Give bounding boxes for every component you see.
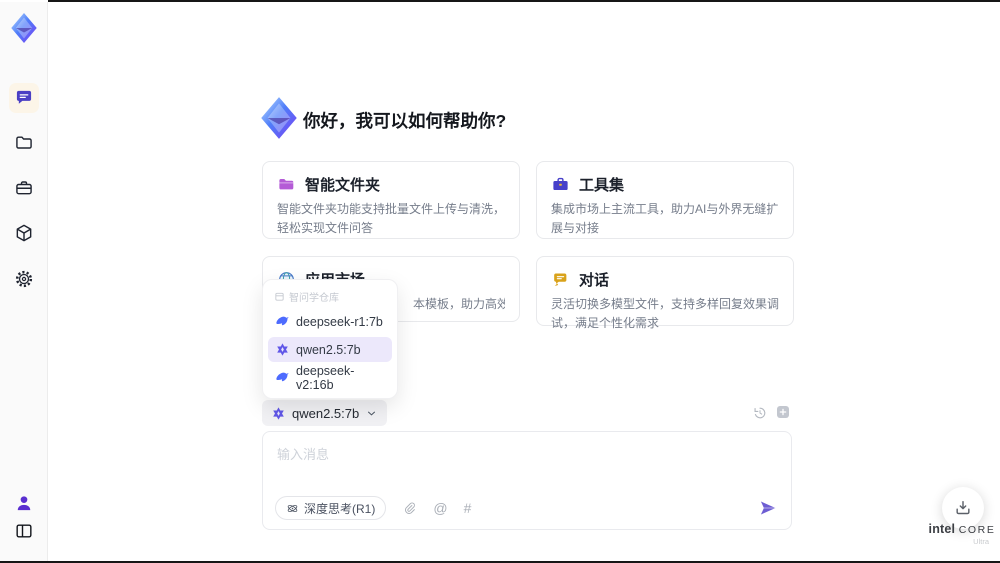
sidebar-item-panel-toggle[interactable] [9,516,39,546]
sidebar-item-chat[interactable] [9,83,39,113]
history-icon [754,407,766,419]
purple-folder-icon [279,178,294,190]
model-option-label: deepseek-r1:7b [296,314,383,329]
page-title: 你好，我可以如何帮助你? [303,111,507,131]
blue-briefcase-icon [553,177,568,191]
card-toolset[interactable]: 工具集 集成市场上主流工具，助力AI与外界无缝扩展与对接 [536,161,794,239]
intel-tier: Ultra [973,537,989,546]
card-description: 智能文件夹功能支持批量文件上传与清洗，轻松实现文件问答 [277,202,506,235]
deepseek-whale-icon [276,316,289,326]
send-icon [760,501,776,515]
message-input[interactable] [263,432,791,486]
message-composer: 深度思考(R1) @ # [262,431,792,530]
hash-button[interactable]: # [464,500,472,516]
composer-toolbar: 深度思考(R1) @ # [275,496,471,520]
model-option-deepseek-v2[interactable]: deepseek-v2:16b [268,363,392,392]
app-window: 你好，我可以如何帮助你? 智能文件夹 智能文件夹功能支持批量文件上传与清洗，轻松… [0,0,1000,563]
app-logo [11,13,37,43]
qwen-icon [273,406,284,420]
card-title: 工具集 [579,177,625,194]
model-dropdown: 智问学仓库 deepseek-r1:7b qwen2.5:7b deepseek… [262,279,398,399]
chat-bubble-icon [16,90,32,104]
card-title: 对话 [579,272,610,289]
atom-icon [287,504,298,512]
briefcase-icon [16,181,32,195]
model-option-label: qwen2.5:7b [296,342,361,357]
card-title: 智能文件夹 [305,177,381,194]
card-description: 集成市场上主流工具，助力AI与外界无缝扩展与对接 [551,202,779,235]
intel-logo-text: intel core [925,522,999,536]
sidebar-item-toolbox[interactable] [9,173,39,203]
attach-file-button[interactable] [402,501,417,516]
chevron-down-icon [368,411,376,416]
deep-think-toggle[interactable]: 深度思考(R1) [275,496,387,520]
panel-icon [16,524,32,538]
card-description: 灵活切换多模型文件，支持多样回复效果调试，满足个性化需求 [551,297,780,330]
cube-icon [16,224,32,242]
card-description-partial: 本模板，助力高效生成多 [413,297,505,311]
mention-button[interactable]: @ [433,500,447,516]
sidebar [0,2,48,561]
model-option-qwen[interactable]: qwen2.5:7b [268,337,392,362]
intel-core-badge: intel core Ultra [925,522,999,546]
selected-model-label: qwen2.5:7b [292,405,360,421]
gold-chat-icon [554,273,567,286]
gear-icon [15,270,33,288]
deepseek-whale-icon [276,372,289,382]
history-button[interactable] [752,405,768,421]
folder-icon [16,136,32,149]
repository-icon [275,292,284,301]
model-option-deepseek-r1[interactable]: deepseek-r1:7b [268,309,392,334]
model-selector-button[interactable]: qwen2.5:7b [262,400,388,426]
card-smart-folder[interactable]: 智能文件夹 智能文件夹功能支持批量文件上传与清洗，轻松实现文件问答 [262,161,520,239]
card-header: 对话 [551,269,779,290]
card-header: 智能文件夹 [277,174,505,195]
download-icon [956,501,970,515]
card-dialogue[interactable]: 对话 灵活切换多模型文件，支持多样回复效果调试，满足个性化需求 [536,256,794,330]
sidebar-item-account[interactable] [9,488,39,518]
paperclip-icon [405,502,416,514]
window-top-edge [48,0,1000,2]
hero-logo [261,97,297,139]
sidebar-item-settings[interactable] [9,264,39,294]
deep-think-label: 深度思考(R1) [304,501,376,516]
user-icon [17,496,31,511]
qwen-icon [277,343,288,356]
send-button[interactable] [758,498,778,518]
new-chat-icon [777,406,789,418]
new-chat-button[interactable] [775,404,791,420]
sidebar-item-apps[interactable] [9,218,39,248]
model-dropdown-header-label: 智问学仓库 [289,293,339,304]
intel-product: core [958,524,996,536]
model-option-label: deepseek-v2:16b [296,363,355,392]
model-dropdown-header: 智问学仓库 [268,284,392,306]
sidebar-item-folders[interactable] [9,128,39,158]
intel-brand: intel [928,522,956,536]
card-header: 工具集 [551,174,779,195]
